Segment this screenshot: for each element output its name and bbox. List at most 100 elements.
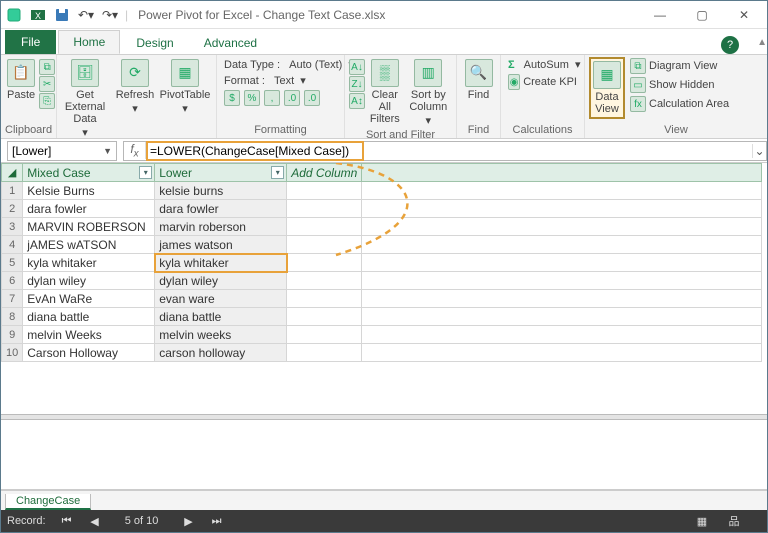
- table-row: 8diana battlediana battle: [2, 308, 762, 326]
- first-record-icon[interactable]: ⏮: [56, 513, 78, 529]
- last-record-icon[interactable]: ⏭: [206, 513, 228, 529]
- sheet-tab[interactable]: ChangeCase: [5, 494, 91, 510]
- next-record-icon[interactable]: ▶: [178, 513, 200, 529]
- cell-empty[interactable]: [287, 290, 362, 308]
- pivottable-button[interactable]: ▦ PivotTable▾: [161, 57, 209, 117]
- cell-lower[interactable]: kelsie burns: [155, 182, 287, 200]
- cell-empty[interactable]: [287, 182, 362, 200]
- row-header[interactable]: 4: [2, 236, 23, 254]
- row-header[interactable]: 6: [2, 272, 23, 290]
- row-header[interactable]: 3: [2, 218, 23, 236]
- currency-icon[interactable]: $: [224, 90, 240, 106]
- close-button[interactable]: ✕: [723, 3, 765, 27]
- cell-empty[interactable]: [287, 254, 362, 272]
- measure-grid[interactable]: [1, 420, 767, 490]
- autosum-button[interactable]: Σ AutoSum ▾: [505, 57, 580, 72]
- datatype-combo[interactable]: Data Type : Auto (Text) ▾: [221, 57, 340, 72]
- cell-empty[interactable]: [287, 344, 362, 362]
- cell-mixed[interactable]: dara fowler: [23, 200, 155, 218]
- decrease-decimal-icon[interactable]: .0: [304, 90, 320, 106]
- column-header-mixed[interactable]: Mixed Case▾: [23, 164, 155, 182]
- view-diagram-icon[interactable]: 品: [723, 513, 745, 529]
- show-hidden-button[interactable]: ▭Show Hidden: [627, 76, 737, 94]
- row-header[interactable]: 10: [2, 344, 23, 362]
- cell-lower[interactable]: carson holloway: [155, 344, 287, 362]
- cell-mixed[interactable]: MARVIN ROBERSON: [23, 218, 155, 236]
- save-icon[interactable]: [51, 4, 73, 26]
- cell-mixed[interactable]: kyla whitaker: [23, 254, 155, 272]
- column-header-add[interactable]: Add Column: [287, 164, 362, 182]
- fx-icon[interactable]: fx: [124, 142, 146, 159]
- get-external-data-button[interactable]: 🗄 Get External Data▾: [61, 57, 109, 141]
- cell-lower[interactable]: marvin roberson: [155, 218, 287, 236]
- prev-record-icon[interactable]: ◀: [84, 513, 106, 529]
- help-icon[interactable]: ?: [721, 36, 739, 54]
- tab-design[interactable]: Design: [122, 32, 187, 54]
- maximize-button[interactable]: ▢: [681, 3, 723, 27]
- grid-scroll[interactable]: ◢ Mixed Case▾ Lower▾ Add Column 1Kelsie …: [1, 163, 767, 414]
- cell-lower[interactable]: james watson: [155, 236, 287, 254]
- name-box[interactable]: [Lower] ▼: [7, 141, 117, 161]
- cell-mixed[interactable]: melvin Weeks: [23, 326, 155, 344]
- cut-icon[interactable]: ✂: [39, 76, 55, 92]
- cell-mixed[interactable]: diana battle: [23, 308, 155, 326]
- view-normal-icon[interactable]: ▦: [691, 513, 713, 529]
- cell-lower[interactable]: dara fowler: [155, 200, 287, 218]
- cell-lower[interactable]: evan ware: [155, 290, 287, 308]
- cell-empty[interactable]: [287, 200, 362, 218]
- filter-dropdown-icon[interactable]: ▾: [139, 166, 152, 179]
- row-header[interactable]: 5: [2, 254, 23, 272]
- cell-lower[interactable]: kyla whitaker: [155, 254, 287, 272]
- sort-desc-icon[interactable]: Z↓: [349, 76, 365, 92]
- tab-home[interactable]: Home: [58, 30, 120, 54]
- column-header-lower[interactable]: Lower▾: [155, 164, 287, 182]
- formula-input[interactable]: =LOWER(ChangeCase[Mixed Case]): [146, 144, 353, 158]
- tab-file[interactable]: File: [5, 30, 56, 54]
- copy-icon[interactable]: ⧉: [39, 59, 55, 75]
- collapse-ribbon-icon[interactable]: ▲: [757, 37, 767, 48]
- cell-mixed[interactable]: EvAn WaRe: [23, 290, 155, 308]
- chevron-down-icon[interactable]: ▼: [103, 146, 112, 156]
- cell-mixed[interactable]: Kelsie Burns: [23, 182, 155, 200]
- filter-dropdown-icon[interactable]: ▾: [271, 166, 284, 179]
- minimize-button[interactable]: —: [639, 3, 681, 27]
- row-header[interactable]: 9: [2, 326, 23, 344]
- redo-icon[interactable]: ↷▾: [99, 4, 121, 26]
- paste-append-icon[interactable]: ⎘: [39, 93, 55, 109]
- format-combo[interactable]: Format : Text ▾: [221, 73, 340, 88]
- clear-sort-icon[interactable]: A↕: [349, 93, 365, 109]
- undo-icon[interactable]: ↶▾: [75, 4, 97, 26]
- refresh-button[interactable]: ⟳ Refresh▾: [111, 57, 159, 117]
- cell-empty[interactable]: [287, 308, 362, 326]
- diagram-view-button[interactable]: ⧉Diagram View: [627, 57, 737, 75]
- table-row: 1Kelsie Burnskelsie burns: [2, 182, 762, 200]
- row-header[interactable]: 1: [2, 182, 23, 200]
- sort-by-column-button[interactable]: ▥ Sort by Column▾: [405, 57, 452, 129]
- row-header[interactable]: 2: [2, 200, 23, 218]
- cell-lower[interactable]: diana battle: [155, 308, 287, 326]
- paste-button[interactable]: 📋 Paste: [5, 57, 37, 103]
- cell-lower[interactable]: melvin weeks: [155, 326, 287, 344]
- clear-filters-button[interactable]: ▒ Clear All Filters: [367, 57, 403, 127]
- select-all-corner[interactable]: ◢: [2, 164, 23, 182]
- cell-mixed[interactable]: dylan wiley: [23, 272, 155, 290]
- cell-lower[interactable]: dylan wiley: [155, 272, 287, 290]
- create-kpi-button[interactable]: ◉Create KPI: [505, 73, 580, 91]
- tab-advanced[interactable]: Advanced: [190, 32, 271, 54]
- sort-asc-icon[interactable]: A↓: [349, 59, 365, 75]
- calc-area-button[interactable]: fxCalculation Area: [627, 95, 737, 113]
- formula-expand-icon[interactable]: ⌄: [752, 144, 766, 158]
- data-view-button[interactable]: ▦ Data View: [589, 57, 625, 119]
- row-header[interactable]: 7: [2, 290, 23, 308]
- cell-mixed[interactable]: jAMES wATSON: [23, 236, 155, 254]
- cell-mixed[interactable]: Carson Holloway: [23, 344, 155, 362]
- cell-empty[interactable]: [287, 236, 362, 254]
- find-button[interactable]: 🔍 Find: [461, 57, 496, 103]
- increase-decimal-icon[interactable]: .0: [284, 90, 300, 106]
- cell-empty[interactable]: [287, 326, 362, 344]
- row-header[interactable]: 8: [2, 308, 23, 326]
- percent-icon[interactable]: %: [244, 90, 260, 106]
- cell-empty[interactable]: [287, 272, 362, 290]
- comma-icon[interactable]: ,: [264, 90, 280, 106]
- cell-empty[interactable]: [287, 218, 362, 236]
